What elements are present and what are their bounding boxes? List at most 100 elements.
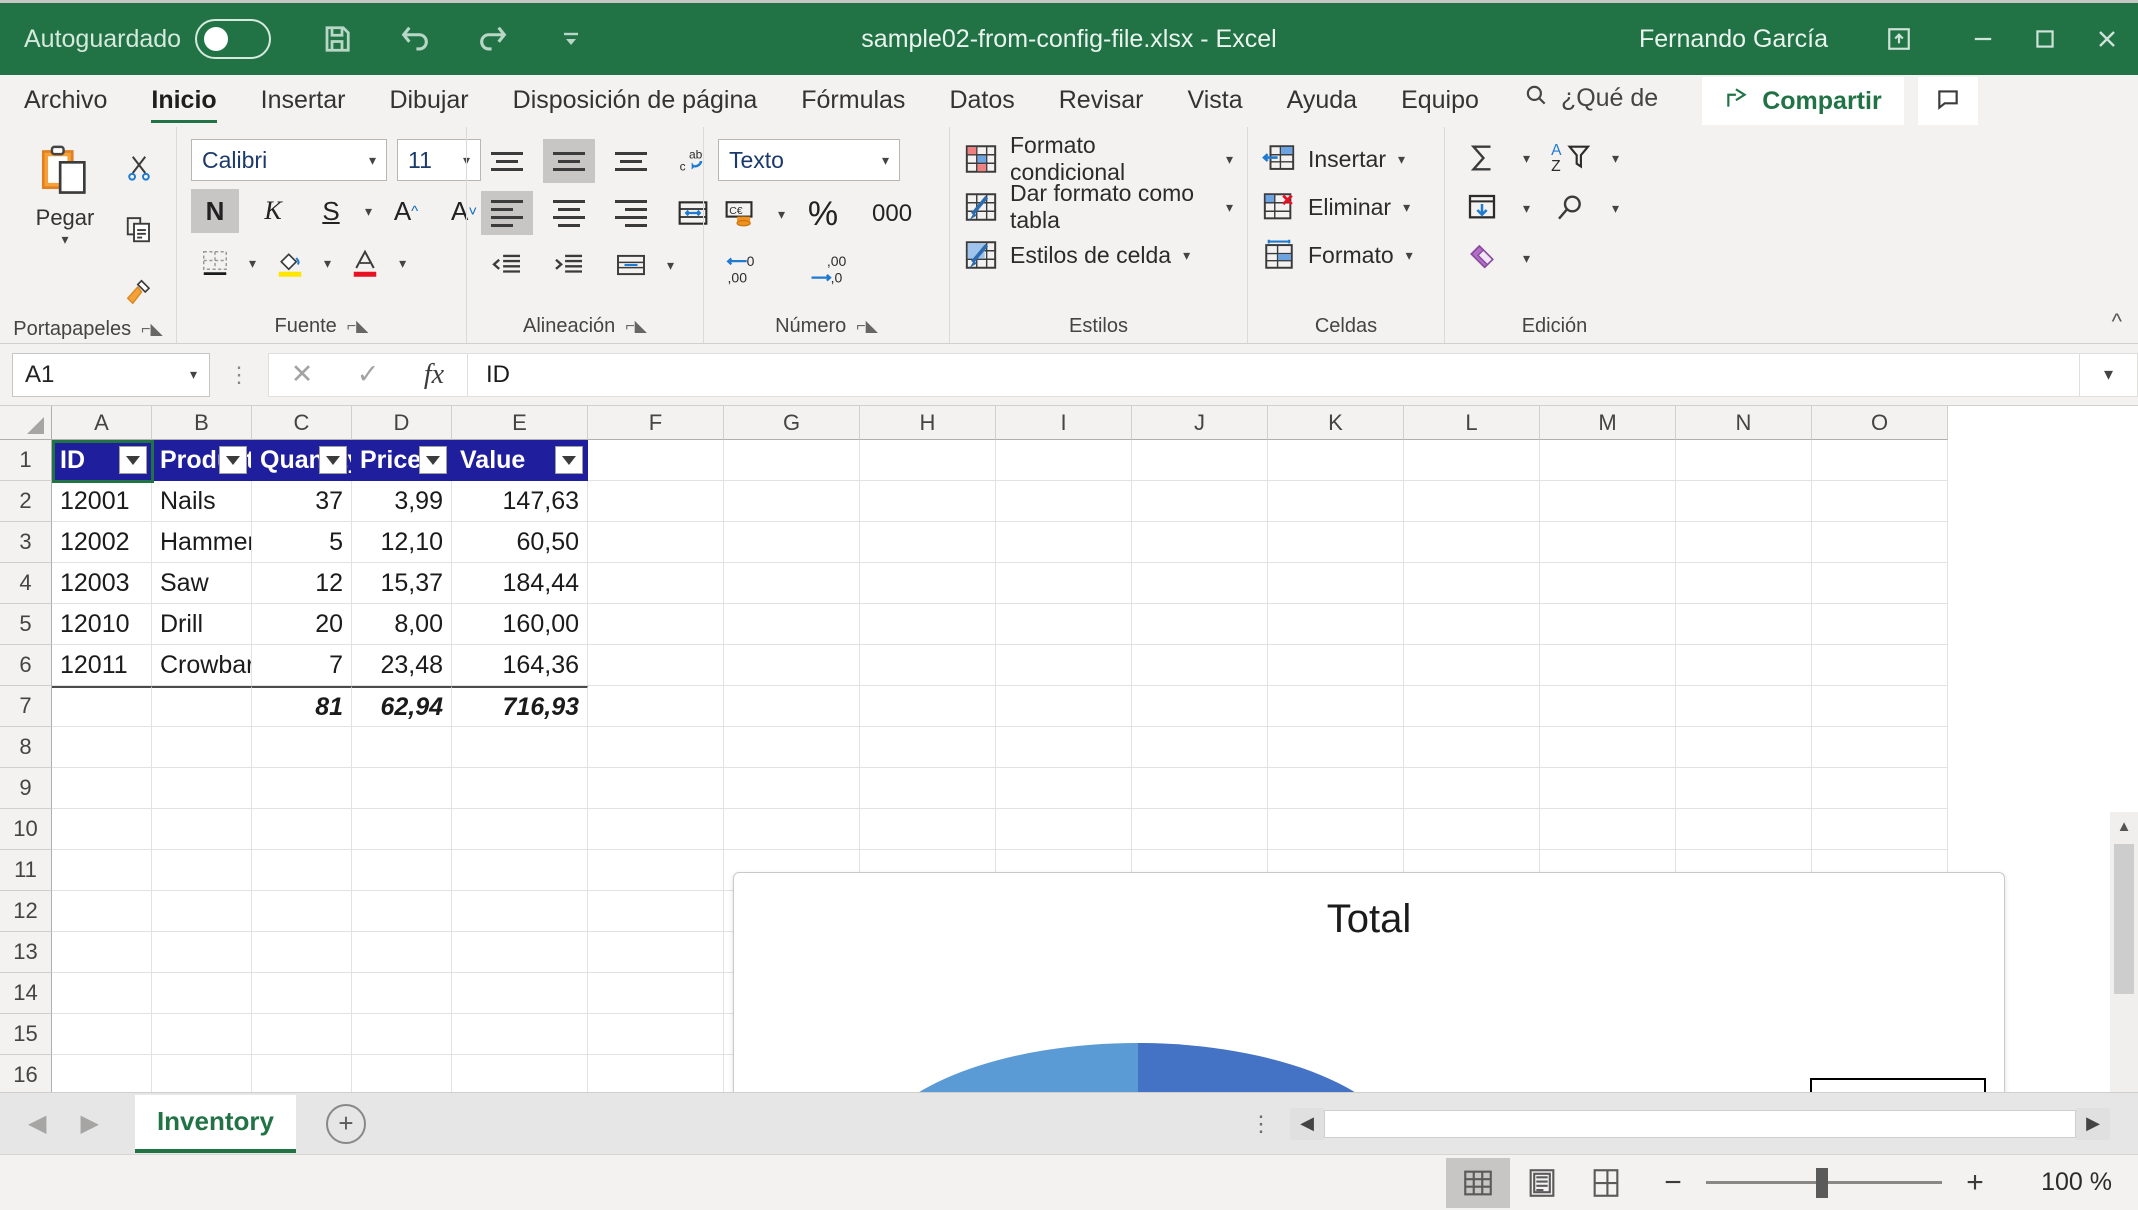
clipboard-dialog-launcher-icon[interactable]: ⌐◣ xyxy=(141,319,163,339)
scissors-icon[interactable] xyxy=(116,145,162,191)
select-all-corner[interactable] xyxy=(0,406,52,440)
filter-dropdown-icon[interactable] xyxy=(119,446,147,474)
align-right-icon[interactable] xyxy=(605,191,657,235)
cell-O4[interactable] xyxy=(1812,563,1948,604)
chevron-down-icon[interactable]: ▾ xyxy=(1183,247,1190,264)
cell-A4[interactable]: 12003 xyxy=(52,563,152,604)
redo-icon[interactable] xyxy=(471,17,515,61)
cell-B11[interactable] xyxy=(152,850,252,891)
scroll-left-icon[interactable]: ◀ xyxy=(1290,1107,1324,1140)
cell-M2[interactable] xyxy=(1540,481,1676,522)
row-header-11[interactable]: 11 xyxy=(0,850,52,891)
cell-H3[interactable] xyxy=(860,522,996,563)
tab-insertar[interactable]: Insertar xyxy=(239,86,368,127)
cell-C10[interactable] xyxy=(252,809,352,850)
column-header-N[interactable]: N xyxy=(1676,406,1812,440)
cell-C2[interactable]: 37 xyxy=(252,481,352,522)
formula-input[interactable]: ID xyxy=(468,352,2080,397)
chevron-down-icon[interactable]: ▾ xyxy=(1226,151,1233,168)
cell-D7[interactable]: 62,94 xyxy=(352,686,452,727)
name-box[interactable]: A1 ▾ xyxy=(12,352,210,397)
cell-G6[interactable] xyxy=(724,645,860,686)
cell-G5[interactable] xyxy=(724,604,860,645)
tab-vista[interactable]: Vista xyxy=(1166,86,1265,127)
cell-M6[interactable] xyxy=(1540,645,1676,686)
cell-J8[interactable] xyxy=(1132,727,1268,768)
cell-G2[interactable] xyxy=(724,481,860,522)
zoom-in-button[interactable]: + xyxy=(1962,1166,1988,1200)
cell-D10[interactable] xyxy=(352,809,452,850)
cell-I8[interactable] xyxy=(996,727,1132,768)
cell-D9[interactable] xyxy=(352,768,452,809)
cell-C3[interactable]: 5 xyxy=(252,522,352,563)
align-center-icon[interactable] xyxy=(543,191,595,235)
cell-H10[interactable] xyxy=(860,809,996,850)
cell-E10[interactable] xyxy=(452,809,588,850)
cell-B8[interactable] xyxy=(152,727,252,768)
cell-J5[interactable] xyxy=(1132,604,1268,645)
zoom-slider[interactable] xyxy=(1706,1168,1942,1198)
cell-I5[interactable] xyxy=(996,604,1132,645)
insert-function-icon[interactable]: fx xyxy=(401,353,467,397)
align-top-icon[interactable] xyxy=(481,139,533,183)
cell-A10[interactable] xyxy=(52,809,152,850)
autosave-control[interactable]: Autoguardado xyxy=(24,19,272,59)
chevron-down-icon[interactable]: ▾ xyxy=(1406,247,1413,264)
cell-M4[interactable] xyxy=(1540,563,1676,604)
cell-H2[interactable] xyxy=(860,481,996,522)
cell-O7[interactable] xyxy=(1812,686,1948,727)
chart-object[interactable]: Total xyxy=(733,872,2005,1092)
cell-O3[interactable] xyxy=(1812,522,1948,563)
cell-B6[interactable]: Crowbar xyxy=(152,645,252,686)
cell-M8[interactable] xyxy=(1540,727,1676,768)
cell-M3[interactable] xyxy=(1540,522,1676,563)
cell-C14[interactable] xyxy=(252,973,352,1014)
cell-M10[interactable] xyxy=(1540,809,1676,850)
cell-N9[interactable] xyxy=(1676,768,1812,809)
share-button[interactable]: Compartir xyxy=(1702,77,1904,125)
format-as-table-button[interactable]: Dar formato como tabla ▾ xyxy=(964,180,1233,233)
column-header-G[interactable]: G xyxy=(724,406,860,440)
cell-G9[interactable] xyxy=(724,768,860,809)
clear-eraser-icon[interactable] xyxy=(1459,235,1505,281)
cell-B3[interactable]: Hammer xyxy=(152,522,252,563)
cell-A9[interactable] xyxy=(52,768,152,809)
cell-D11[interactable] xyxy=(352,850,452,891)
row-header-9[interactable]: 9 xyxy=(0,768,52,809)
cell-M7[interactable] xyxy=(1540,686,1676,727)
cell-F13[interactable] xyxy=(588,932,724,973)
cell-D8[interactable] xyxy=(352,727,452,768)
cell-O10[interactable] xyxy=(1812,809,1948,850)
cell-G10[interactable] xyxy=(724,809,860,850)
column-header-D[interactable]: D xyxy=(352,406,452,440)
cell-E8[interactable] xyxy=(452,727,588,768)
cell-O1[interactable] xyxy=(1812,440,1948,481)
cell-C5[interactable]: 20 xyxy=(252,604,352,645)
cell-E9[interactable] xyxy=(452,768,588,809)
scroll-up-icon[interactable]: ▲ xyxy=(2110,812,2138,840)
cell-D3[interactable]: 12,10 xyxy=(352,522,452,563)
increase-decimal-icon[interactable]: 0,00 xyxy=(718,247,788,293)
cell-C11[interactable] xyxy=(252,850,352,891)
chart-legend[interactable]: Nails Hammer Saw Drill Crowbar xyxy=(1810,1078,1986,1092)
scroll-right-icon[interactable]: ▶ xyxy=(2076,1107,2110,1140)
cell-E3[interactable]: 60,50 xyxy=(452,522,588,563)
cell-G4[interactable] xyxy=(724,563,860,604)
cell-D12[interactable] xyxy=(352,891,452,932)
row-header-13[interactable]: 13 xyxy=(0,932,52,973)
cell-A2[interactable]: 12001 xyxy=(52,481,152,522)
tab-disposicion-de-pagina[interactable]: Disposición de página xyxy=(491,86,780,127)
insert-cells-button[interactable]: Insertar ▾ xyxy=(1262,135,1405,183)
cell-K10[interactable] xyxy=(1268,809,1404,850)
merge-cells-icon[interactable] xyxy=(605,243,657,287)
cell-N6[interactable] xyxy=(1676,645,1812,686)
cell-D6[interactable]: 23,48 xyxy=(352,645,452,686)
cell-J4[interactable] xyxy=(1132,563,1268,604)
tell-me-search[interactable]: ¿Qué de xyxy=(1501,82,1674,127)
save-icon[interactable] xyxy=(315,17,359,61)
cell-H4[interactable] xyxy=(860,563,996,604)
row-header-4[interactable]: 4 xyxy=(0,563,52,604)
row-header-7[interactable]: 7 xyxy=(0,686,52,727)
cell-F11[interactable] xyxy=(588,850,724,891)
close-icon[interactable] xyxy=(2076,9,2138,69)
